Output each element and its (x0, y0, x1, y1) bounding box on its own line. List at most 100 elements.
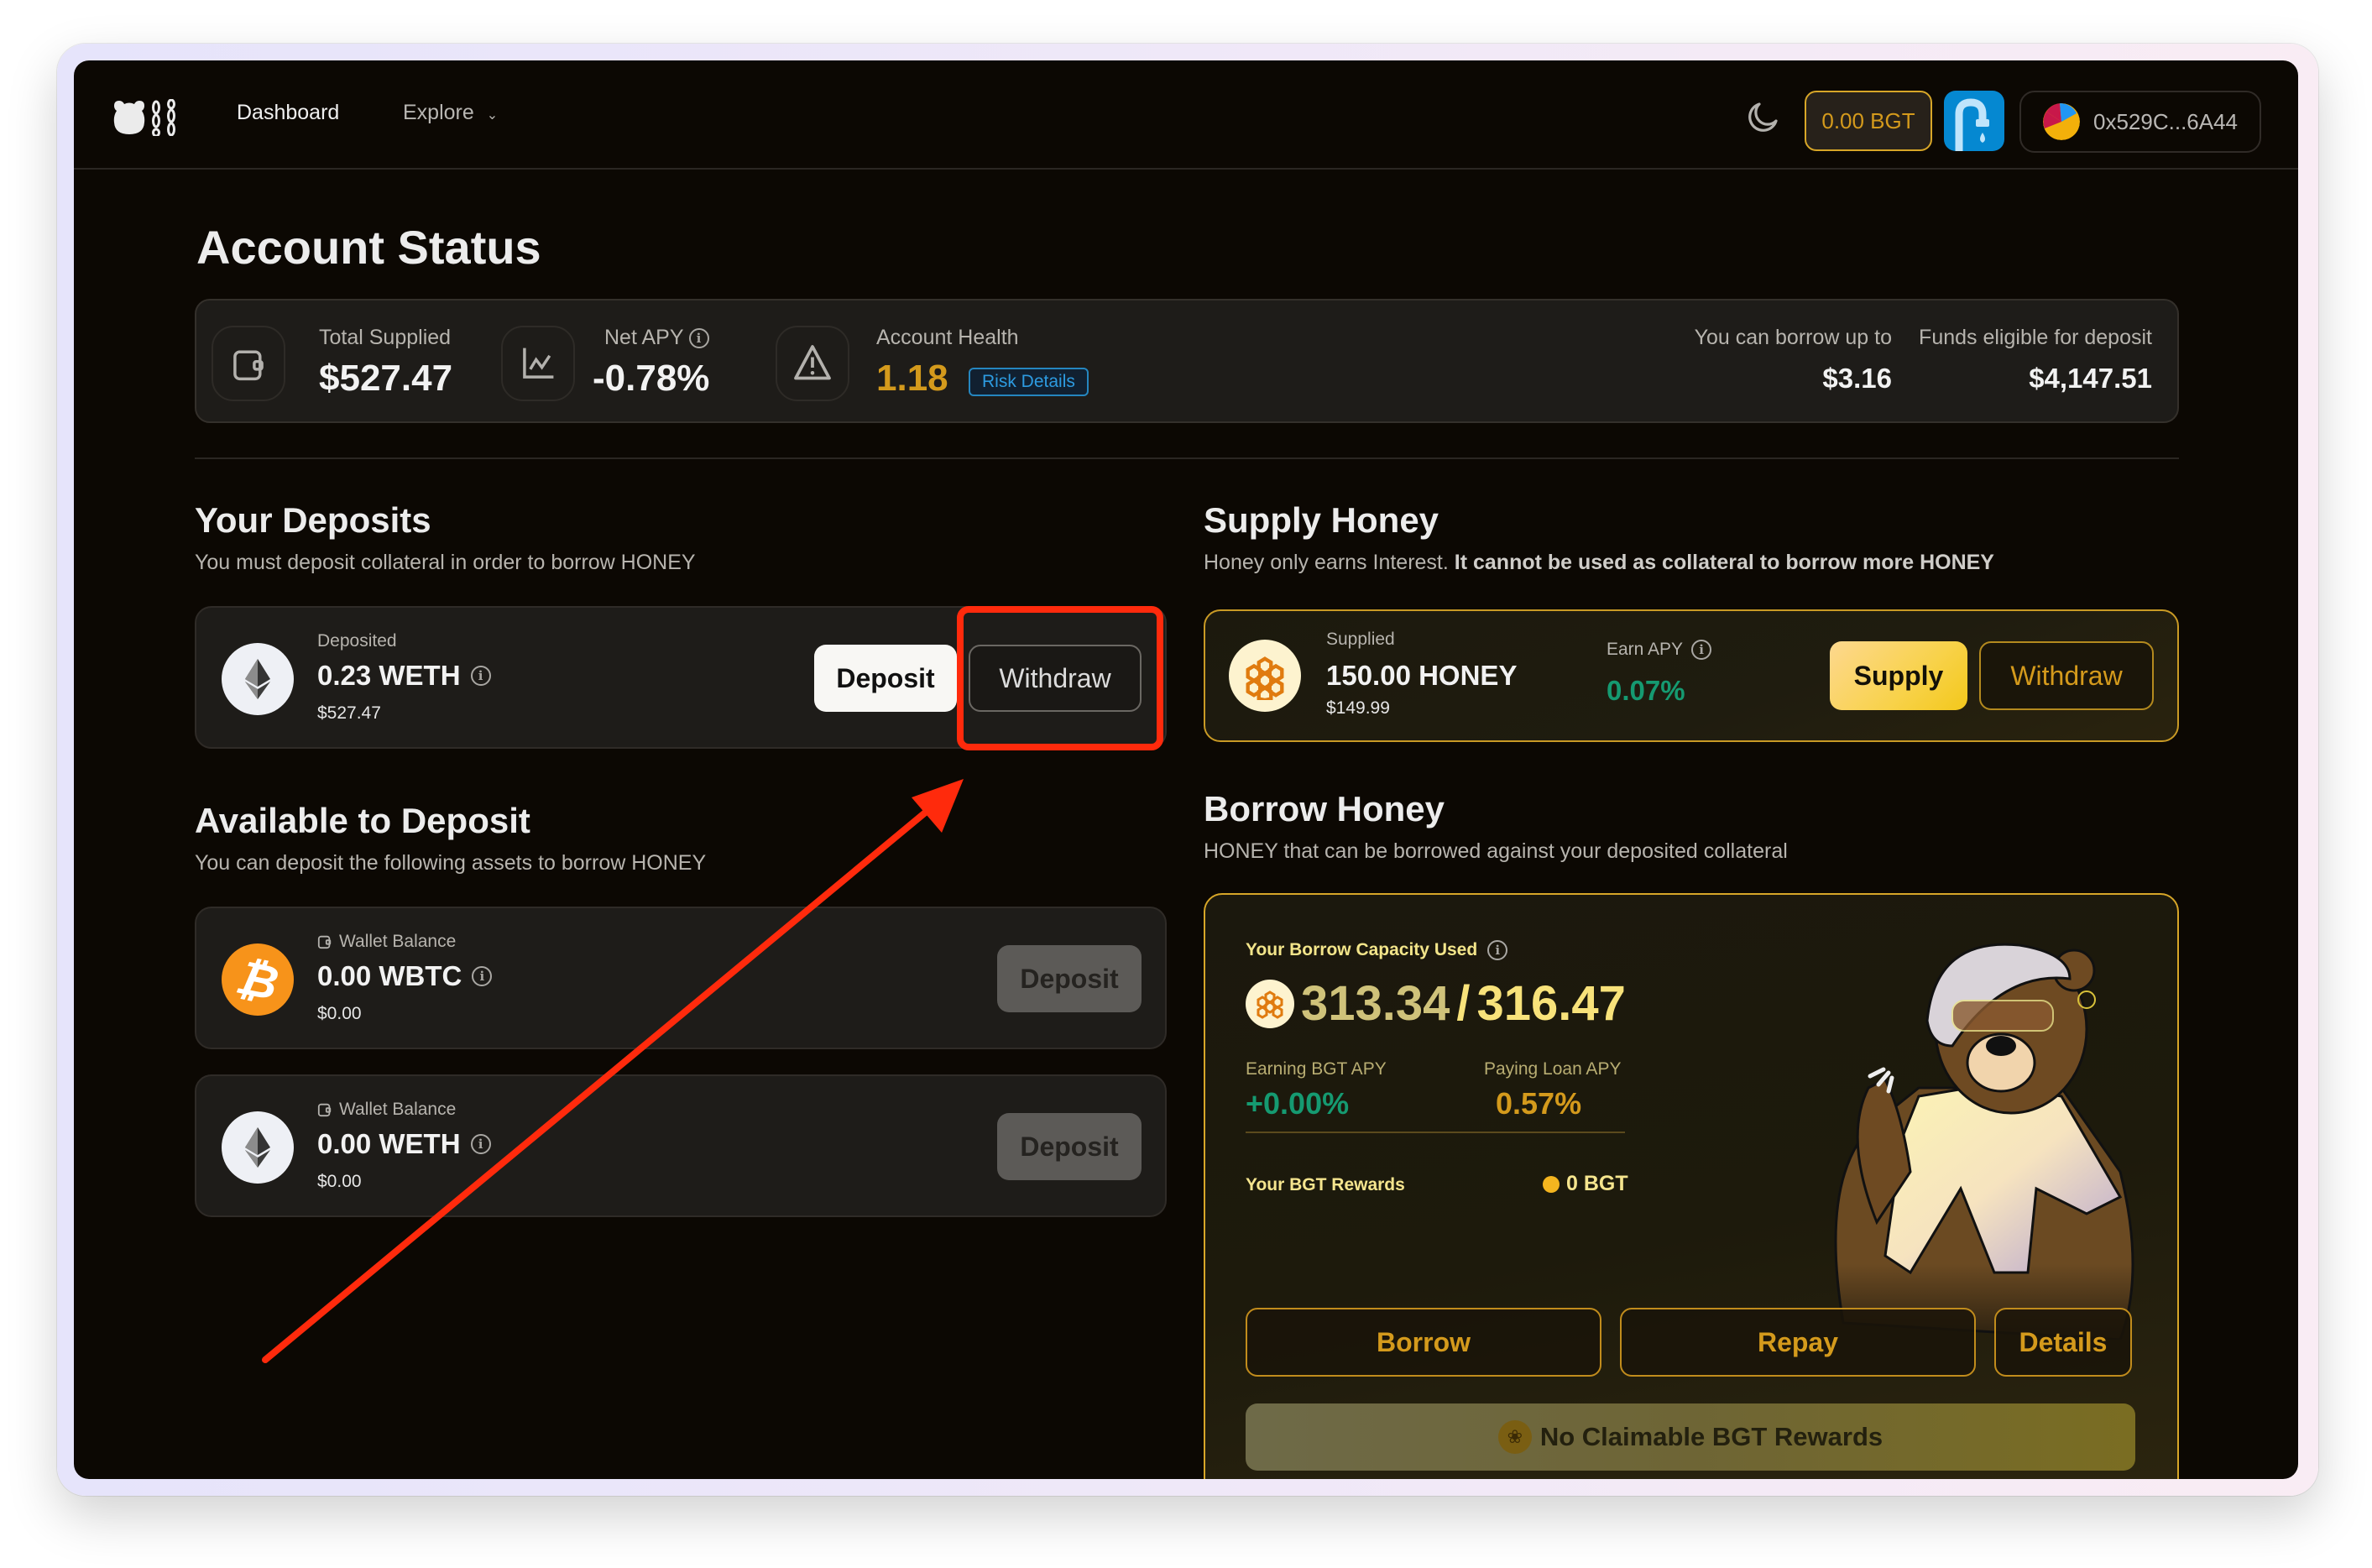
faucet-icon[interactable] (1944, 91, 2004, 151)
wallet-balance-label: Wallet Balance (317, 932, 456, 952)
supplied-usd: $149.99 (1326, 698, 1390, 718)
bgt-coin-icon (1543, 1175, 1560, 1193)
bgt-rewards-value: 0 BGT (1543, 1172, 1628, 1196)
info-icon[interactable]: i (470, 1134, 491, 1154)
borrow-up-to-label: You can borrow up to (1694, 326, 1892, 349)
weth-amount-text: 0.00 WETH (317, 1128, 461, 1159)
total-supplied-value: $527.47 (319, 358, 453, 399)
wallet-address: 0x529C...6A44 (2093, 108, 2239, 134)
nav-explore-label: Explore (403, 101, 474, 124)
supply-honey-card: Supplied 150.00 HONEY $149.99 Earn APY i… (1204, 609, 2179, 742)
bgt-balance-button[interactable]: 0.00 BGT (1805, 91, 1932, 151)
wallet-small-icon (317, 935, 332, 949)
account-status-card: Total Supplied $527.47 Net APY i -0.78% … (195, 299, 2179, 423)
earning-bgt-apy-value: +0.00% (1246, 1086, 1350, 1121)
nav-dashboard[interactable]: Dashboard (237, 101, 339, 125)
section-divider (195, 457, 2179, 459)
info-icon[interactable]: i (1691, 640, 1712, 660)
risk-details-button[interactable]: Risk Details (969, 368, 1089, 396)
btc-icon: ₿ (222, 943, 294, 1016)
chevron-down-icon: ⌄ (486, 108, 499, 123)
bear-logo-icon[interactable] (109, 99, 185, 136)
borrow-capacity-label: Your Borrow Capacity Used i (1246, 940, 1508, 960)
details-button[interactable]: Details (1994, 1308, 2132, 1377)
earn-apy-label-text: Earn APY (1607, 640, 1684, 659)
moon-icon[interactable] (1744, 99, 1781, 136)
supplied-label: Supplied (1326, 630, 1395, 649)
wbtc-amount-text: 0.00 WBTC (317, 960, 462, 991)
net-apy-label-text: Net APY (604, 326, 684, 349)
wallet-avatar (2043, 103, 2080, 140)
available-to-deposit-title: Available to Deposit (195, 801, 530, 840)
eth-icon (222, 1111, 294, 1184)
honey-icon (1246, 979, 1294, 1028)
borrow-honey-title: Borrow Honey (1204, 789, 1445, 828)
earn-apy-label: Earn APY i (1607, 640, 1712, 660)
deposit-weth-button[interactable]: Deposit (997, 1113, 1142, 1180)
capacity-used: 313.34 (1301, 976, 1450, 1031)
wbtc-usd: $0.00 (317, 1004, 362, 1023)
warning-triangle-icon (776, 326, 849, 401)
eligible-funds-value: $4,147.51 (2029, 363, 2152, 394)
wallet-button[interactable]: 0x529C...6A44 (2019, 91, 2261, 153)
bear-illustration (1834, 943, 2134, 1340)
wallet-balance-text: Wallet Balance (339, 932, 457, 951)
info-icon[interactable]: i (688, 327, 709, 348)
supply-honey-subtitle-bold: It cannot be used as collateral to borro… (1454, 551, 1994, 574)
deposit-row: Deposited 0.23 WETH i $527.47 Deposit Wi… (195, 606, 1167, 749)
wallet-icon (212, 326, 285, 401)
account-health-value: 1.18 (876, 358, 948, 399)
deposit-wbtc-button[interactable]: Deposit (997, 945, 1142, 1012)
chart-line-icon (501, 326, 575, 401)
weth-usd: $0.00 (317, 1172, 362, 1191)
top-nav: Dashboard Explore ⌄ 0.00 BGT 0x529C...6A… (74, 60, 2298, 170)
wallet-balance-text: Wallet Balance (339, 1100, 457, 1119)
paying-loan-apy-value: 0.57% (1496, 1086, 1582, 1121)
bgt-rewards-amount: 0 BGT (1566, 1172, 1628, 1195)
earn-apy-value: 0.07% (1607, 675, 1685, 706)
borrow-capacity-label-text: Your Borrow Capacity Used (1246, 940, 1478, 959)
total-supplied-label: Total Supplied (319, 326, 452, 349)
supplied-amount: 150.00 HONEY (1326, 660, 1518, 691)
your-deposits-title: Your Deposits (195, 500, 431, 540)
earning-bgt-apy-label: Earning BGT APY (1246, 1059, 1387, 1079)
your-deposits-subtitle: You must deposit collateral in order to … (195, 551, 696, 574)
wallet-balance-label: Wallet Balance (317, 1100, 456, 1120)
info-icon[interactable]: i (1487, 940, 1508, 960)
capacity-total: 316.47 (1476, 976, 1626, 1031)
available-row: ₿ Wallet Balance 0.00 WBTC i $0.00 Depos… (195, 907, 1167, 1049)
deposited-usd: $527.47 (317, 703, 381, 723)
nav-explore[interactable]: Explore ⌄ (403, 101, 498, 125)
info-icon[interactable]: i (472, 966, 493, 986)
supply-honey-subtitle: Honey only earns Interest. It cannot be … (1204, 551, 1994, 575)
deposited-amount: 0.23 WETH i (317, 660, 491, 692)
net-apy-value: -0.78% (593, 358, 710, 399)
info-icon[interactable]: i (470, 666, 491, 686)
withdraw-honey-button[interactable]: Withdraw (1979, 641, 2154, 710)
deposit-button[interactable]: Deposit (814, 645, 957, 712)
repay-button[interactable]: Repay (1620, 1308, 1976, 1377)
claim-bgt-label: No Claimable BGT Rewards (1539, 1422, 1883, 1451)
wbtc-amount: 0.00 WBTC i (317, 960, 493, 992)
supply-button[interactable]: Supply (1830, 641, 1967, 710)
deposited-amount-text: 0.23 WETH (317, 660, 461, 691)
supply-honey-subtitle-plain: Honey only earns Interest. (1204, 551, 1455, 574)
withdraw-button[interactable]: Withdraw (969, 645, 1142, 712)
available-row: Wallet Balance 0.00 WETH i $0.00 Deposit (195, 1074, 1167, 1217)
honey-icon (1229, 640, 1301, 712)
paying-loan-apy-label: Paying Loan APY (1484, 1059, 1622, 1079)
bgt-rewards-label: Your BGT Rewards (1246, 1175, 1405, 1194)
eligible-funds-label: Funds eligible for deposit (1919, 326, 2152, 349)
borrow-button[interactable]: Borrow (1246, 1308, 1601, 1377)
claim-bgt-rewards-button[interactable]: ❀ No Claimable BGT Rewards (1246, 1403, 2135, 1471)
weth-amount: 0.00 WETH i (317, 1128, 491, 1160)
app-window: Dashboard Explore ⌄ 0.00 BGT 0x529C...6A… (74, 60, 2298, 1479)
capacity-separator: / (1456, 976, 1471, 1031)
net-apy-label: Net APY i (604, 326, 709, 350)
supply-honey-title: Supply Honey (1204, 500, 1439, 540)
wallet-small-icon (317, 1103, 332, 1117)
page-title: Account Status (196, 221, 541, 274)
borrow-honey-card: Your Borrow Capacity Used i 313.34 / 316… (1204, 893, 2179, 1479)
available-to-deposit-subtitle: You can deposit the following assets to … (195, 851, 707, 875)
account-health-label: Account Health (876, 326, 1019, 349)
